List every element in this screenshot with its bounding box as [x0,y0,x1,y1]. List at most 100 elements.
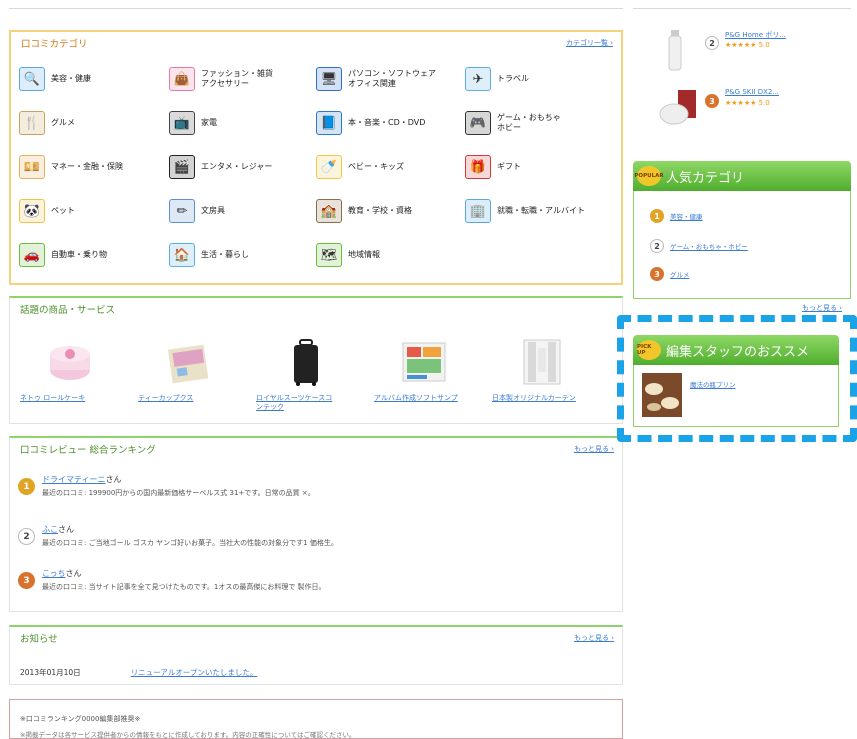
reviewer-name-link[interactable]: こっち [42,569,65,578]
ranking-panel: 口コミレビュー 総合ランキング もっと見る › 1 ドライマティーニさん 最近の… [9,436,623,612]
gold-medal-icon: 1 [18,478,35,495]
rank-badge: 3 [705,94,719,108]
baby-icon: 🍼 [316,155,342,179]
category-item[interactable]: 🍴 グルメ [19,108,164,138]
rank-badge: 2 [705,36,719,50]
news-item: 2013年01月10日 リニューアルオープンいたしました。 [20,667,257,678]
category-item[interactable]: 🏠 生活・暮らし [169,240,314,270]
panda-icon: 🐼 [19,199,45,223]
category-item[interactable]: 🗺 地域情報 [316,240,461,270]
ranking-more-link[interactable]: もっと見る › [574,444,614,454]
suitcase-icon [256,338,356,386]
ranking-row: 1 ドライマティーニさん 最近の口コミ: 199900円からの国内最新価格サーベ… [18,474,608,508]
popular-category-link[interactable]: グルメ [670,269,690,279]
ranking-panel-title: 口コミレビュー 総合ランキング [20,445,156,456]
products-panel: 話題の商品・サービス ネトゥ ロールケーキ ティーカップクス ロイヤルスーツケー… [9,296,623,424]
building-icon: 🏢 [465,199,491,223]
car-icon: 🚗 [19,243,45,267]
category-item[interactable]: 🔍 美容・健康 [19,64,164,94]
category-item[interactable]: ✈ トラベル [465,64,610,94]
popular-category-box: 1 美容・健康 2 ゲーム・おもちゃ・ホビー 3 グルメ もっと見る › [633,191,851,312]
category-label: 家電 [201,118,217,127]
product-label: ティーカップクス [138,394,194,402]
popular-category-link[interactable]: 美容・健康 [670,211,703,221]
product-label: アルバム作成ソフトサンプ [374,394,458,402]
category-label: 地域情報 [348,250,380,259]
popular-category-item[interactable]: 1 美容・健康 [650,209,703,223]
category-panel-title: 口コミカテゴリ [21,39,88,50]
tv-icon: 📺 [169,111,195,135]
category-item[interactable]: 💴 マネー・金融・保険 [19,152,164,182]
category-label: マネー・金融・保険 [51,162,123,171]
silver-medal-icon: 2 [18,528,35,545]
airplane-icon: ✈ [465,67,491,91]
bronze-medal-icon: 3 [18,572,35,589]
category-item[interactable]: 🚗 自動車・乗り物 [19,240,164,270]
category-item[interactable]: 👜 ファッション・雑貨 アクセサリー [169,64,314,94]
star-rating: ★★★★★ 5.0 [725,41,770,49]
category-label: エンタメ・レジャー [201,162,273,171]
gold-medal-icon: 1 [650,209,664,223]
category-label: 本・音楽・CD・DVD [348,118,426,127]
product-label: 日本製オリジナルカーテン [492,394,576,402]
category-item[interactable]: 🐼 ペット [19,196,164,226]
product-item[interactable]: ロイヤルスーツケースコ ンテック [256,338,356,412]
category-item[interactable]: 🎬 エンタメ・レジャー [169,152,314,182]
popular-category-item[interactable]: 2 ゲーム・おもちゃ・ホビー [650,239,748,253]
category-item[interactable]: 🎁 ギフト [465,152,610,182]
category-item[interactable]: 🎮 ゲーム・おもちゃ ホビー [465,108,610,138]
category-item[interactable]: 🏫 教育・学校・資格 [316,196,461,226]
reviewer-name-link[interactable]: ふこ [42,525,58,534]
category-item[interactable]: 🏢 就職・転職・アルバイト [465,196,610,226]
category-item[interactable]: 🍼 ベビー・キッズ [316,152,461,182]
house-icon: 🏠 [169,243,195,267]
category-label: ギフト [497,162,521,171]
product-item[interactable]: アルバム作成ソフトサンプ [374,338,474,403]
news-more-link[interactable]: もっと見る › [574,633,614,643]
reviewer-suffix: さん [58,525,74,534]
news-link[interactable]: リニューアルオープンいたしました。 [131,667,258,678]
highlight-dashed-frame [617,315,857,442]
monitor-icon: 🖥 [316,67,342,91]
magazine-icon [138,338,238,386]
news-date: 2013年01月10日 [20,668,81,677]
product-item[interactable]: 日本製オリジナルカーテン [492,338,592,403]
category-label: パソコン・ソフトウェア オフィス関連 [348,69,436,88]
notice-title: ※口コミランキング0000編集部推奨※ [20,715,141,723]
product-name-link[interactable]: P&G Home ボリ... [725,30,786,40]
map-icon: 🗺 [316,243,342,267]
curtain-icon [492,338,592,386]
sidebar-ranked-product[interactable]: 2 P&G Home ボリ... ★★★★★ 5.0 [633,22,851,82]
latest-review-text: 最近の口コミ: 当サイト記事を全て見つけたものです。1オスの最高傑にお料理で 製… [42,583,326,591]
popular-category-header: POPULAR 人気カテゴリ [633,161,851,191]
gift-icon: 🎁 [465,155,491,179]
product-item[interactable]: ティーカップクス [138,338,238,403]
ranking-row: 2 ふこさん 最近の口コミ: ご当地ゴール ゴスカ ヤンゴ好いお菓子。当社大の性… [18,524,608,558]
category-label: 生活・暮らし [201,250,249,259]
product-name-link[interactable]: P&G SKII DX2... [725,88,779,96]
popular-category-item[interactable]: 3 グルメ [650,267,690,281]
category-list-link[interactable]: カテゴリ一覧 › [566,38,613,48]
popular-more-link[interactable]: もっと見る › [802,303,842,313]
category-item[interactable]: 📺 家電 [169,108,314,138]
news-panel-title: お知らせ [20,634,58,645]
reviewer-name-link[interactable]: ドライマティーニ [42,475,106,484]
sidebar-ranked-product[interactable]: 3 P&G SKII DX2... ★★★★★ 5.0 [633,80,851,140]
cutlery-icon: 🍴 [19,111,45,135]
cake-icon [20,338,120,386]
category-item[interactable]: 🖥 パソコン・ソフトウェア オフィス関連 [316,64,461,94]
notice-text: ※掲載データは各サービス提供者からの情報をもとに作成しております。内容の正確性に… [20,731,356,739]
notice-panel: ※口コミランキング0000編集部推奨※ ※掲載データは各サービス提供者からの情報… [9,699,623,739]
category-label: 美容・健康 [51,74,91,83]
category-item[interactable]: 📘 本・音楽・CD・DVD [316,108,461,138]
category-item[interactable]: ✏ 文房具 [169,196,314,226]
silver-medal-icon: 2 [650,239,664,253]
category-label: トラベル [497,74,529,83]
product-item[interactable]: ネトゥ ロールケーキ [20,338,120,403]
category-label: ファッション・雑貨 アクセサリー [201,69,273,88]
category-label: 自動車・乗り物 [51,250,107,259]
reviewer-suffix: さん [105,475,122,484]
products-panel-header: 話題の商品・サービス [10,298,622,320]
popular-category-link[interactable]: ゲーム・おもちゃ・ホビー [670,241,748,251]
category-label: 教育・学校・資格 [348,206,412,215]
